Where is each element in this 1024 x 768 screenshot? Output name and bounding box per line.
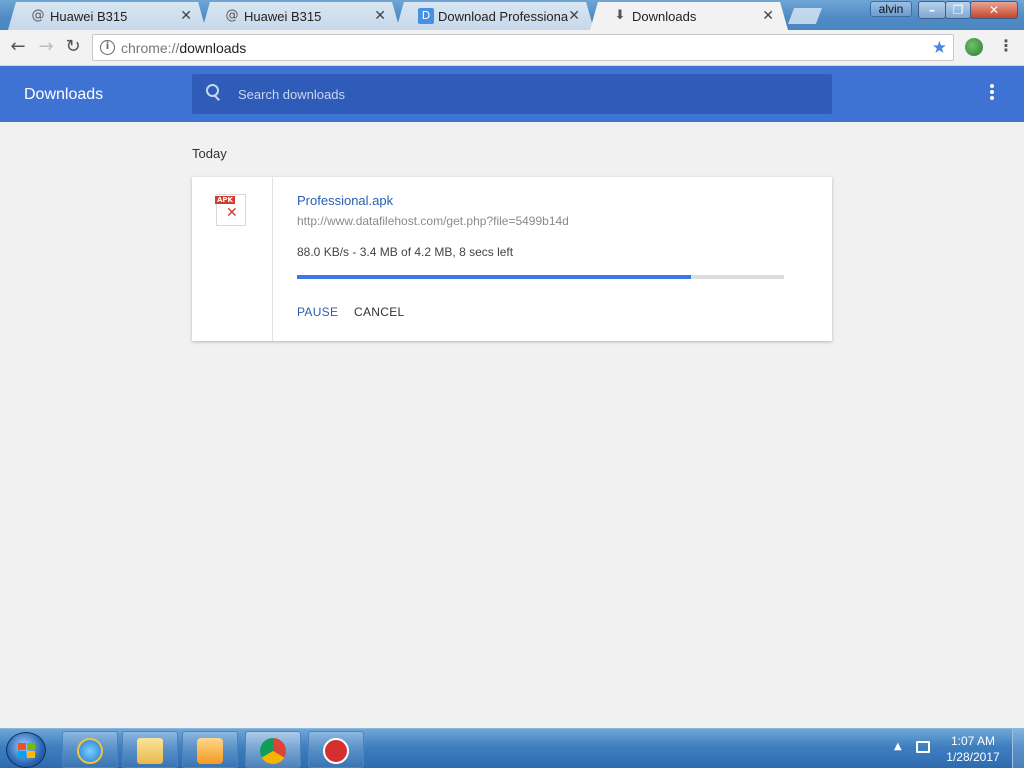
taskbar-internet-explorer[interactable] <box>62 731 118 768</box>
bookmark-star-icon[interactable]: ★ <box>932 38 947 58</box>
apk-file-icon: APK ✕ <box>215 194 246 226</box>
progress-bar <box>297 275 784 279</box>
chrome-menu-icon[interactable]: ⋮ <box>998 36 1014 55</box>
cancel-button[interactable]: CANCEL <box>354 305 404 319</box>
date-header: Today <box>192 146 227 161</box>
network-icon[interactable] <box>916 741 930 753</box>
close-window-button[interactable]: ✕ <box>970 1 1018 19</box>
windows-taskbar <box>0 728 1024 768</box>
tab-huawei-2[interactable]: @ Huawei B315 ✕ <box>202 2 400 30</box>
download-icon: ⬇ <box>614 8 626 23</box>
more-options-icon[interactable] <box>986 84 998 104</box>
system-clock[interactable]: 1:07 AM 1/28/2017 <box>938 733 1008 765</box>
page-title: Downloads <box>24 86 104 103</box>
tab-download-professional[interactable]: D Download Professional.ap ✕ <box>396 2 594 30</box>
at-icon: @ <box>31 8 45 23</box>
close-icon[interactable]: ✕ <box>762 8 774 24</box>
back-button[interactable]: ← <box>7 36 29 58</box>
close-icon[interactable]: ✕ <box>568 8 580 24</box>
new-tab-button[interactable] <box>788 8 822 24</box>
at-icon: @ <box>225 8 239 23</box>
download-item: APK ✕ Professional.apk http://www.datafi… <box>192 177 832 341</box>
search-icon <box>206 84 220 98</box>
address-bar[interactable]: i chrome://downloads ★ <box>92 34 954 61</box>
search-box[interactable] <box>192 74 832 114</box>
minimize-button[interactable]: – <box>918 1 946 19</box>
downloads-header: Downloads <box>0 66 1024 122</box>
start-button[interactable] <box>6 732 46 768</box>
chrome-icon <box>260 738 286 764</box>
address-url: chrome://downloads <box>121 40 246 56</box>
show-desktop-button[interactable] <box>1012 729 1024 768</box>
folder-icon <box>137 738 163 764</box>
forward-button[interactable]: → <box>35 36 57 58</box>
tab-huawei-1[interactable]: @ Huawei B315 ✕ <box>8 2 206 30</box>
search-input[interactable] <box>238 83 798 105</box>
psiphon-icon <box>323 738 349 764</box>
clock-date: 1/28/2017 <box>946 750 1000 764</box>
file-name-link[interactable]: Professional.apk <box>297 193 393 208</box>
close-icon[interactable]: ✕ <box>180 8 192 24</box>
extension-icon[interactable] <box>965 38 983 56</box>
browser-toolbar: ← → ↻ i chrome://downloads ★ ⋮ <box>0 30 1024 66</box>
profile-button[interactable]: alvin <box>870 1 912 17</box>
url-scheme: chrome:// <box>121 40 180 56</box>
download-status: 88.0 KB/s - 3.4 MB of 4.2 MB, 8 secs lef… <box>297 245 514 259</box>
tab-title: Downloads <box>632 9 697 24</box>
progress-fill <box>297 275 692 279</box>
source-url[interactable]: http://www.datafilehost.com/get.php?file… <box>297 214 569 228</box>
clock-time: 1:07 AM <box>950 734 996 748</box>
taskbar-chrome[interactable] <box>245 731 301 768</box>
taskbar-explorer[interactable] <box>122 731 178 768</box>
file-type-tag: APK <box>215 196 235 204</box>
show-hidden-icons[interactable]: ▲ <box>894 741 902 752</box>
windows-logo-icon <box>18 743 36 759</box>
tab-downloads[interactable]: ⬇ Downloads ✕ <box>590 2 788 30</box>
url-path: downloads <box>179 40 247 56</box>
taskbar-media-player[interactable] <box>182 731 238 768</box>
close-icon[interactable]: ✕ <box>374 8 386 24</box>
tab-title: Huawei B315 <box>50 9 128 24</box>
d-icon: D <box>418 8 434 24</box>
reload-button[interactable]: ↻ <box>62 36 84 58</box>
maximize-button[interactable]: ❐ <box>945 1 971 19</box>
pause-button[interactable]: PAUSE <box>297 305 338 319</box>
tab-title: Huawei B315 <box>244 9 322 24</box>
media-player-icon <box>197 738 223 764</box>
ie-icon <box>77 738 103 764</box>
tab-strip: @ Huawei B315 ✕ @ Huawei B315 ✕ D Downlo… <box>0 0 1024 30</box>
info-icon[interactable]: i <box>100 40 115 55</box>
taskbar-psiphon[interactable] <box>308 731 364 768</box>
tab-title: Download Professional.ap <box>438 9 568 24</box>
